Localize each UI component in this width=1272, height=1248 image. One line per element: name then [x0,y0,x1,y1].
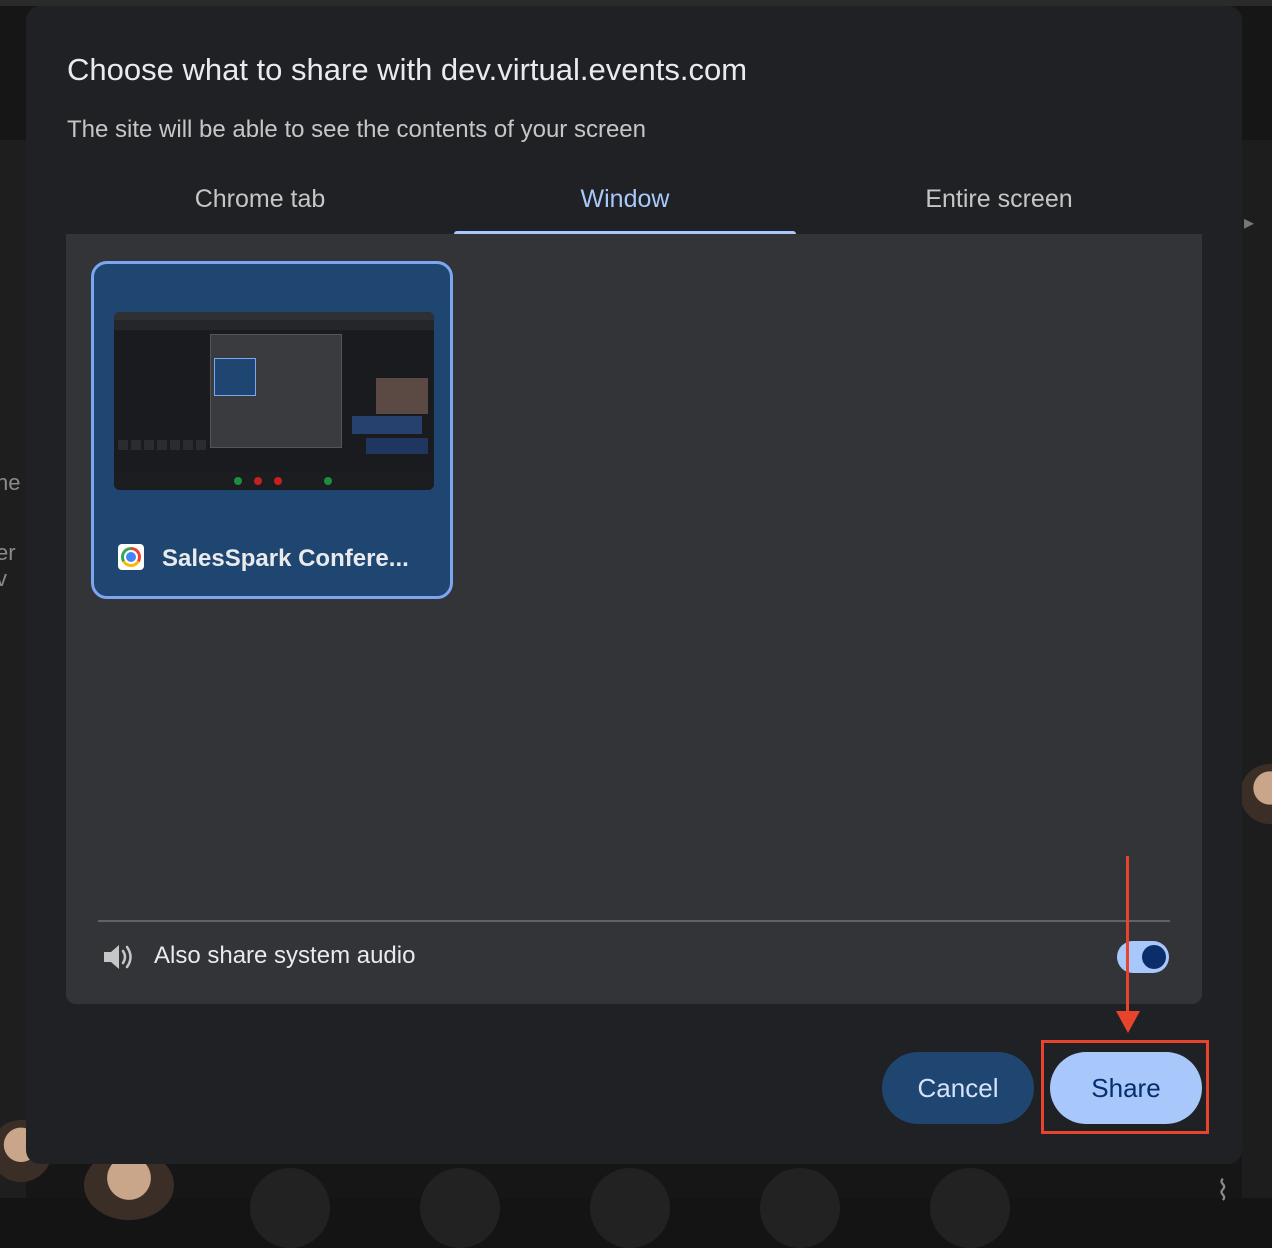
share-audio-toggle[interactable] [1117,941,1169,973]
chrome-icon [118,544,144,570]
background-text: er v [0,540,16,591]
share-audio-label: Also share system audio [154,942,416,969]
divider [98,920,1170,922]
source-list-panel: SalesSpark Confere... Also share system … [66,234,1202,1004]
annotation-highlight-box [1041,1040,1209,1134]
cancel-button[interactable]: Cancel [882,1052,1034,1124]
background-tile [760,1168,840,1248]
background-tile [930,1168,1010,1248]
tab-window[interactable]: Window [454,176,796,234]
annotation-arrow-line [1126,856,1129,1014]
chevron-right-icon: ▸ [1244,212,1255,234]
background-tile [420,1168,500,1248]
window-source-card[interactable]: SalesSpark Confere... [91,261,453,599]
source-type-tabs: Chrome tab Window Entire screen [66,176,1202,234]
background-right-panel [1242,140,1272,1198]
window-thumbnail [114,312,434,490]
annotation-arrow-head [1116,1011,1140,1033]
window-source-label: SalesSpark Confere... [162,545,409,572]
tab-chrome-tab[interactable]: Chrome tab [66,176,454,234]
share-screen-dialog: Choose what to share with dev.virtual.ev… [26,6,1242,1164]
background-left-panel: ne er v [0,140,26,1198]
background-text: ne [0,470,21,495]
speaker-icon [104,945,132,969]
tab-entire-screen[interactable]: Entire screen [796,176,1202,234]
paperclip-icon[interactable]: ⌇ [1216,1174,1230,1207]
background-tile [250,1168,330,1248]
dialog-subtitle: The site will be able to see the content… [67,116,646,143]
toggle-knob [1142,945,1166,969]
dialog-title: Choose what to share with dev.virtual.ev… [67,52,748,87]
background-tile [590,1168,670,1248]
